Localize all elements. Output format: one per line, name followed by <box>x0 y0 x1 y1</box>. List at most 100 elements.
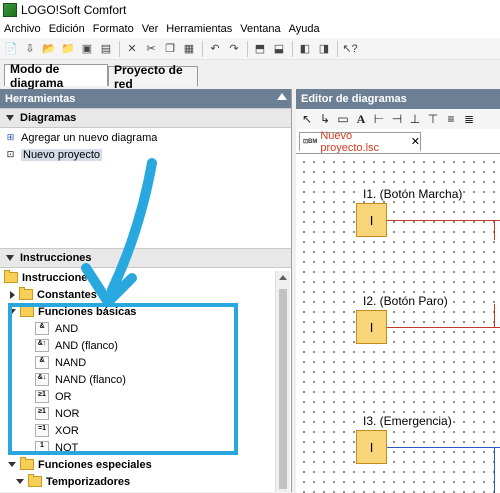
add-diagram-item[interactable]: ⊞ Agregar un nuevo diagrama <box>3 129 158 146</box>
input-block-label: I3. (Emergencia) <box>362 414 453 428</box>
connection-wire <box>387 220 500 221</box>
close-tab-icon[interactable]: ✕ <box>411 135 420 148</box>
folder-icon <box>28 474 42 487</box>
tree-label: Funciones especiales <box>38 458 152 471</box>
input-block-i3[interactable]: I <box>356 430 387 464</box>
diagrams-section-title: Diagramas <box>20 112 77 124</box>
cut-icon[interactable]: ✂ <box>143 41 159 57</box>
collapse-icon[interactable] <box>6 255 14 261</box>
menu-bar: Archivo Edición Formato Ver Herramientas… <box>0 20 500 38</box>
delete-icon[interactable]: ✕ <box>124 41 140 57</box>
tree-label: Constantes <box>37 288 97 301</box>
save-icon[interactable]: ▣ <box>79 41 95 57</box>
add-diagram-icon: ⊞ <box>6 132 15 142</box>
transfer-plc-icon[interactable]: ⬓ <box>271 41 287 57</box>
copy-icon[interactable]: ❐ <box>162 41 178 57</box>
tree-item-timers[interactable]: Temporizadores <box>16 473 130 490</box>
menu-herramientas[interactable]: Herramientas <box>162 23 236 35</box>
toolbar-separator <box>202 40 203 57</box>
maximize-icon[interactable] <box>277 93 287 100</box>
mode-tabs: Modo de diagrama Proyecto de red <box>0 62 500 91</box>
connection-wire <box>494 220 495 240</box>
new-file-icon[interactable]: 📄 <box>3 41 19 57</box>
align-vertical-icon[interactable]: ⊤ <box>426 112 440 126</box>
menu-ver[interactable]: Ver <box>138 23 163 35</box>
collapse-icon[interactable] <box>16 479 24 484</box>
tab-diagram-mode[interactable]: Modo de diagrama <box>4 62 108 90</box>
toolbar-separator <box>119 40 120 57</box>
menu-ventana[interactable]: Ventana <box>236 23 284 35</box>
menu-edicion[interactable]: Edición <box>45 23 89 35</box>
menu-formato[interactable]: Formato <box>89 23 138 35</box>
editor-toolbar: ↖ ↳ ▭ A ⊢ ⊣ ⊥ ⊤ ≡ ≣ <box>296 109 500 129</box>
transfer-pc-icon[interactable]: ⬒ <box>252 41 268 57</box>
connection-wire <box>494 447 495 493</box>
tree-label: Instrucciones <box>22 271 94 284</box>
collapse-icon[interactable] <box>8 462 16 467</box>
redo-icon[interactable]: ↷ <box>226 41 242 57</box>
distribute-icon[interactable]: ≡ <box>444 112 458 126</box>
window-title: LOGO!Soft Comfort <box>21 3 127 17</box>
instructions-section-header[interactable]: Instrucciones <box>0 248 291 268</box>
simulation-icon[interactable]: ◨ <box>316 41 332 57</box>
tools-panel-title: Herramientas <box>5 93 76 105</box>
undo-icon[interactable]: ↶ <box>207 41 223 57</box>
align-center-icon[interactable]: ⊣ <box>390 112 404 126</box>
connection-wire <box>387 447 500 448</box>
diagram-icon: ⊡ <box>6 149 15 159</box>
connection-wire <box>494 304 495 328</box>
align-left-icon[interactable]: ⊢ <box>372 112 386 126</box>
open-icon[interactable]: 📁 <box>60 41 76 57</box>
logo-app-icon <box>3 3 17 17</box>
tree-item-special-functions[interactable]: Funciones especiales <box>8 456 152 473</box>
title-bar: LOGO!Soft Comfort <box>0 0 500 20</box>
main-toolbar: 📄 ⇩ 📂 📁 ▣ ▤ ✕ ✂ ❐ ▦ ↶ ↷ ⬒ ⬓ ◧ ◨ ↖? <box>0 38 500 60</box>
basic-functions-highlight <box>8 303 238 455</box>
diagram-editor-panel: Editor de diagramas ↖ ↳ ▭ A ⊢ ⊣ ⊥ ⊤ ≡ ≣ … <box>296 89 500 493</box>
instructions-section-title: Instrucciones <box>20 252 92 264</box>
scroll-up-icon[interactable] <box>279 275 287 280</box>
tab-network-project[interactable]: Proyecto de red <box>108 63 198 91</box>
diagrams-section-header[interactable]: Diagramas <box>0 108 291 128</box>
menu-archivo[interactable]: Archivo <box>0 23 45 35</box>
project-label: Nuevo proyecto <box>21 148 103 161</box>
folder-icon <box>19 287 33 300</box>
grid-icon[interactable]: ≣ <box>462 112 476 126</box>
toolbar-separator <box>337 40 338 57</box>
text-tool-icon[interactable]: A <box>354 112 368 126</box>
new-folder-icon[interactable]: 📂 <box>41 41 57 57</box>
input-block-i2[interactable]: I <box>356 310 387 344</box>
tree-item-constants[interactable]: Constantes <box>10 286 97 303</box>
align-horizontal-icon[interactable]: ⊥ <box>408 112 422 126</box>
expand-icon[interactable] <box>10 290 15 299</box>
tree-label: Temporizadores <box>46 475 131 488</box>
help-pointer-icon[interactable]: ↖? <box>342 41 358 57</box>
collapse-icon[interactable] <box>6 115 14 121</box>
connection-wire <box>387 327 500 328</box>
tools-panel-header: Herramientas <box>0 89 291 109</box>
online-test-icon[interactable]: ◧ <box>297 41 313 57</box>
document-tab-label: Nuevo proyecto.lsc <box>320 129 380 154</box>
constant-block-icon[interactable]: ▭ <box>336 112 350 126</box>
connect-icon[interactable]: ↳ <box>318 112 332 126</box>
editor-panel-header: Editor de diagramas <box>296 89 500 109</box>
tree-scrollbar[interactable] <box>275 271 290 492</box>
toolbar-separator <box>247 40 248 57</box>
scroll-thumb[interactable] <box>279 289 287 489</box>
tree-item-instructions[interactable]: Instrucciones <box>4 269 94 286</box>
diagram-canvas[interactable]: I1. (Botón Marcha) I I2. (Botón Paro) I … <box>296 153 500 493</box>
input-block-label: I1. (Botón Marcha) <box>362 187 464 201</box>
menu-ayuda[interactable]: Ayuda <box>285 23 324 35</box>
project-item[interactable]: ⊡ Nuevo proyecto <box>3 146 103 163</box>
folder-icon <box>4 270 18 283</box>
document-tab[interactable]: ⊡BM Nuevo proyecto.lsc ✕ <box>299 129 421 154</box>
toolbar-separator <box>292 40 293 57</box>
add-diagram-label: Agregar un nuevo diagrama <box>21 131 158 144</box>
import-icon[interactable]: ⇩ <box>22 41 38 57</box>
input-block-label: I2. (Botón Paro) <box>362 294 449 308</box>
input-block-i1[interactable]: I <box>356 203 387 237</box>
paste-icon[interactable]: ▦ <box>181 41 197 57</box>
print-icon[interactable]: ▤ <box>98 41 114 57</box>
folder-icon <box>20 457 34 470</box>
select-pointer-icon[interactable]: ↖ <box>300 112 314 126</box>
